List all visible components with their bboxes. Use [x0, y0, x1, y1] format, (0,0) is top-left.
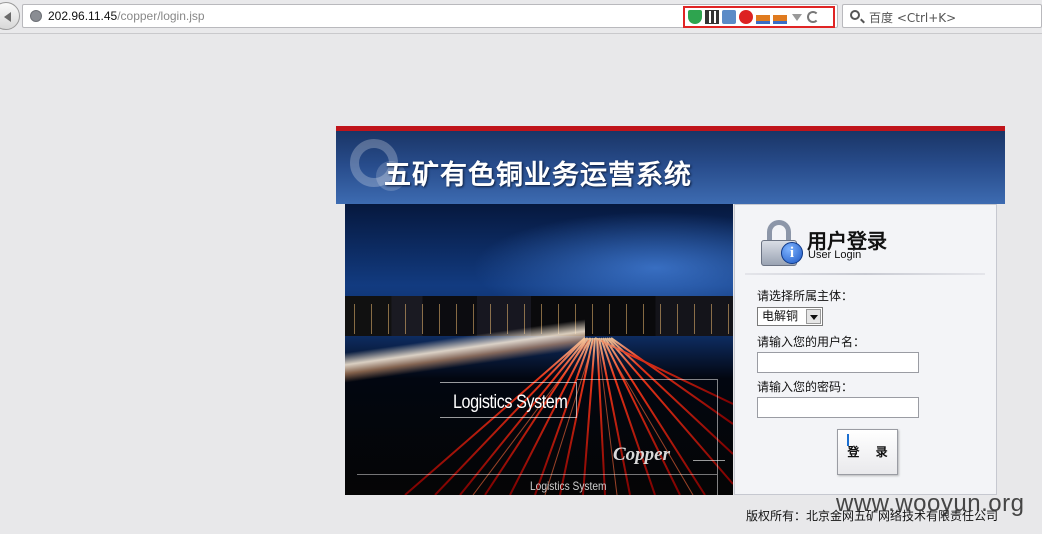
url-host: 202.96.11.45 — [48, 9, 118, 23]
login-button-label: 登 录 — [847, 445, 894, 459]
banner-copper-text: Copper — [613, 444, 670, 465]
banner-frame-line — [693, 460, 725, 461]
reload-icon[interactable] — [807, 11, 819, 23]
login-button[interactable]: 登 录 — [837, 429, 898, 475]
url-path: /copper/login.jsp — [117, 9, 205, 23]
lock-info-icon: i — [759, 220, 803, 268]
virus-scan-icon[interactable] — [739, 10, 753, 24]
java-icon[interactable] — [773, 10, 787, 24]
search-placeholder: 百度 <Ctrl+K> — [869, 11, 957, 25]
divider — [745, 273, 985, 275]
username-label: 请输入您的用户名： — [757, 335, 866, 349]
url-text: 202.96.11.45/copper/login.jsp — [48, 9, 205, 23]
banner-logistics-title: Logistics System — [453, 392, 568, 413]
focus-caret — [847, 434, 849, 446]
light-trails-red — [404, 337, 733, 495]
search-input[interactable]: 百度 <Ctrl+K> — [842, 4, 1042, 28]
password-field[interactable] — [757, 397, 919, 418]
login-panel: i 用户登录 User Login 请选择所属主体： 电解铜 请输入您的用户名：… — [734, 204, 997, 495]
url-bar[interactable]: 202.96.11.45/copper/login.jsp — [22, 4, 838, 28]
entity-select[interactable]: 电解铜 — [757, 307, 823, 326]
java-icon[interactable] — [756, 10, 770, 24]
password-label: 请输入您的密码： — [757, 380, 854, 394]
banner-logistics-caption: Logistics System — [530, 479, 607, 493]
username-field[interactable] — [757, 352, 919, 373]
banner-image: Logistics System Copper Logistics System — [345, 204, 733, 495]
system-title: 五矿有色铜业务运营系统 — [384, 160, 692, 191]
watermark: www.wooyun.org — [836, 490, 1025, 517]
back-button[interactable] — [0, 2, 20, 30]
login-subtitle: User Login — [808, 249, 862, 261]
browser-toolbar: 202.96.11.45/copper/login.jsp 百度 <Ctrl+K… — [0, 0, 1042, 34]
info-icon: i — [781, 242, 803, 264]
globe-icon — [30, 10, 42, 22]
entity-label: 请选择所属主体： — [757, 289, 854, 303]
shield-icon[interactable] — [688, 10, 702, 24]
dropdown-arrow-icon[interactable] — [792, 13, 802, 21]
banner-frame-line — [357, 474, 717, 475]
banner-frame-line — [717, 379, 718, 495]
entity-selected-value: 电解铜 — [762, 309, 799, 323]
system-header: 五矿有色铜业务运营系统 — [336, 131, 1005, 204]
search-icon — [850, 10, 860, 20]
banner-frame-line — [577, 379, 717, 380]
translate-icon[interactable] — [722, 10, 736, 24]
addon-icons-group — [683, 6, 835, 28]
qr-code-icon[interactable] — [705, 10, 719, 24]
chevron-down-icon[interactable] — [806, 309, 821, 324]
